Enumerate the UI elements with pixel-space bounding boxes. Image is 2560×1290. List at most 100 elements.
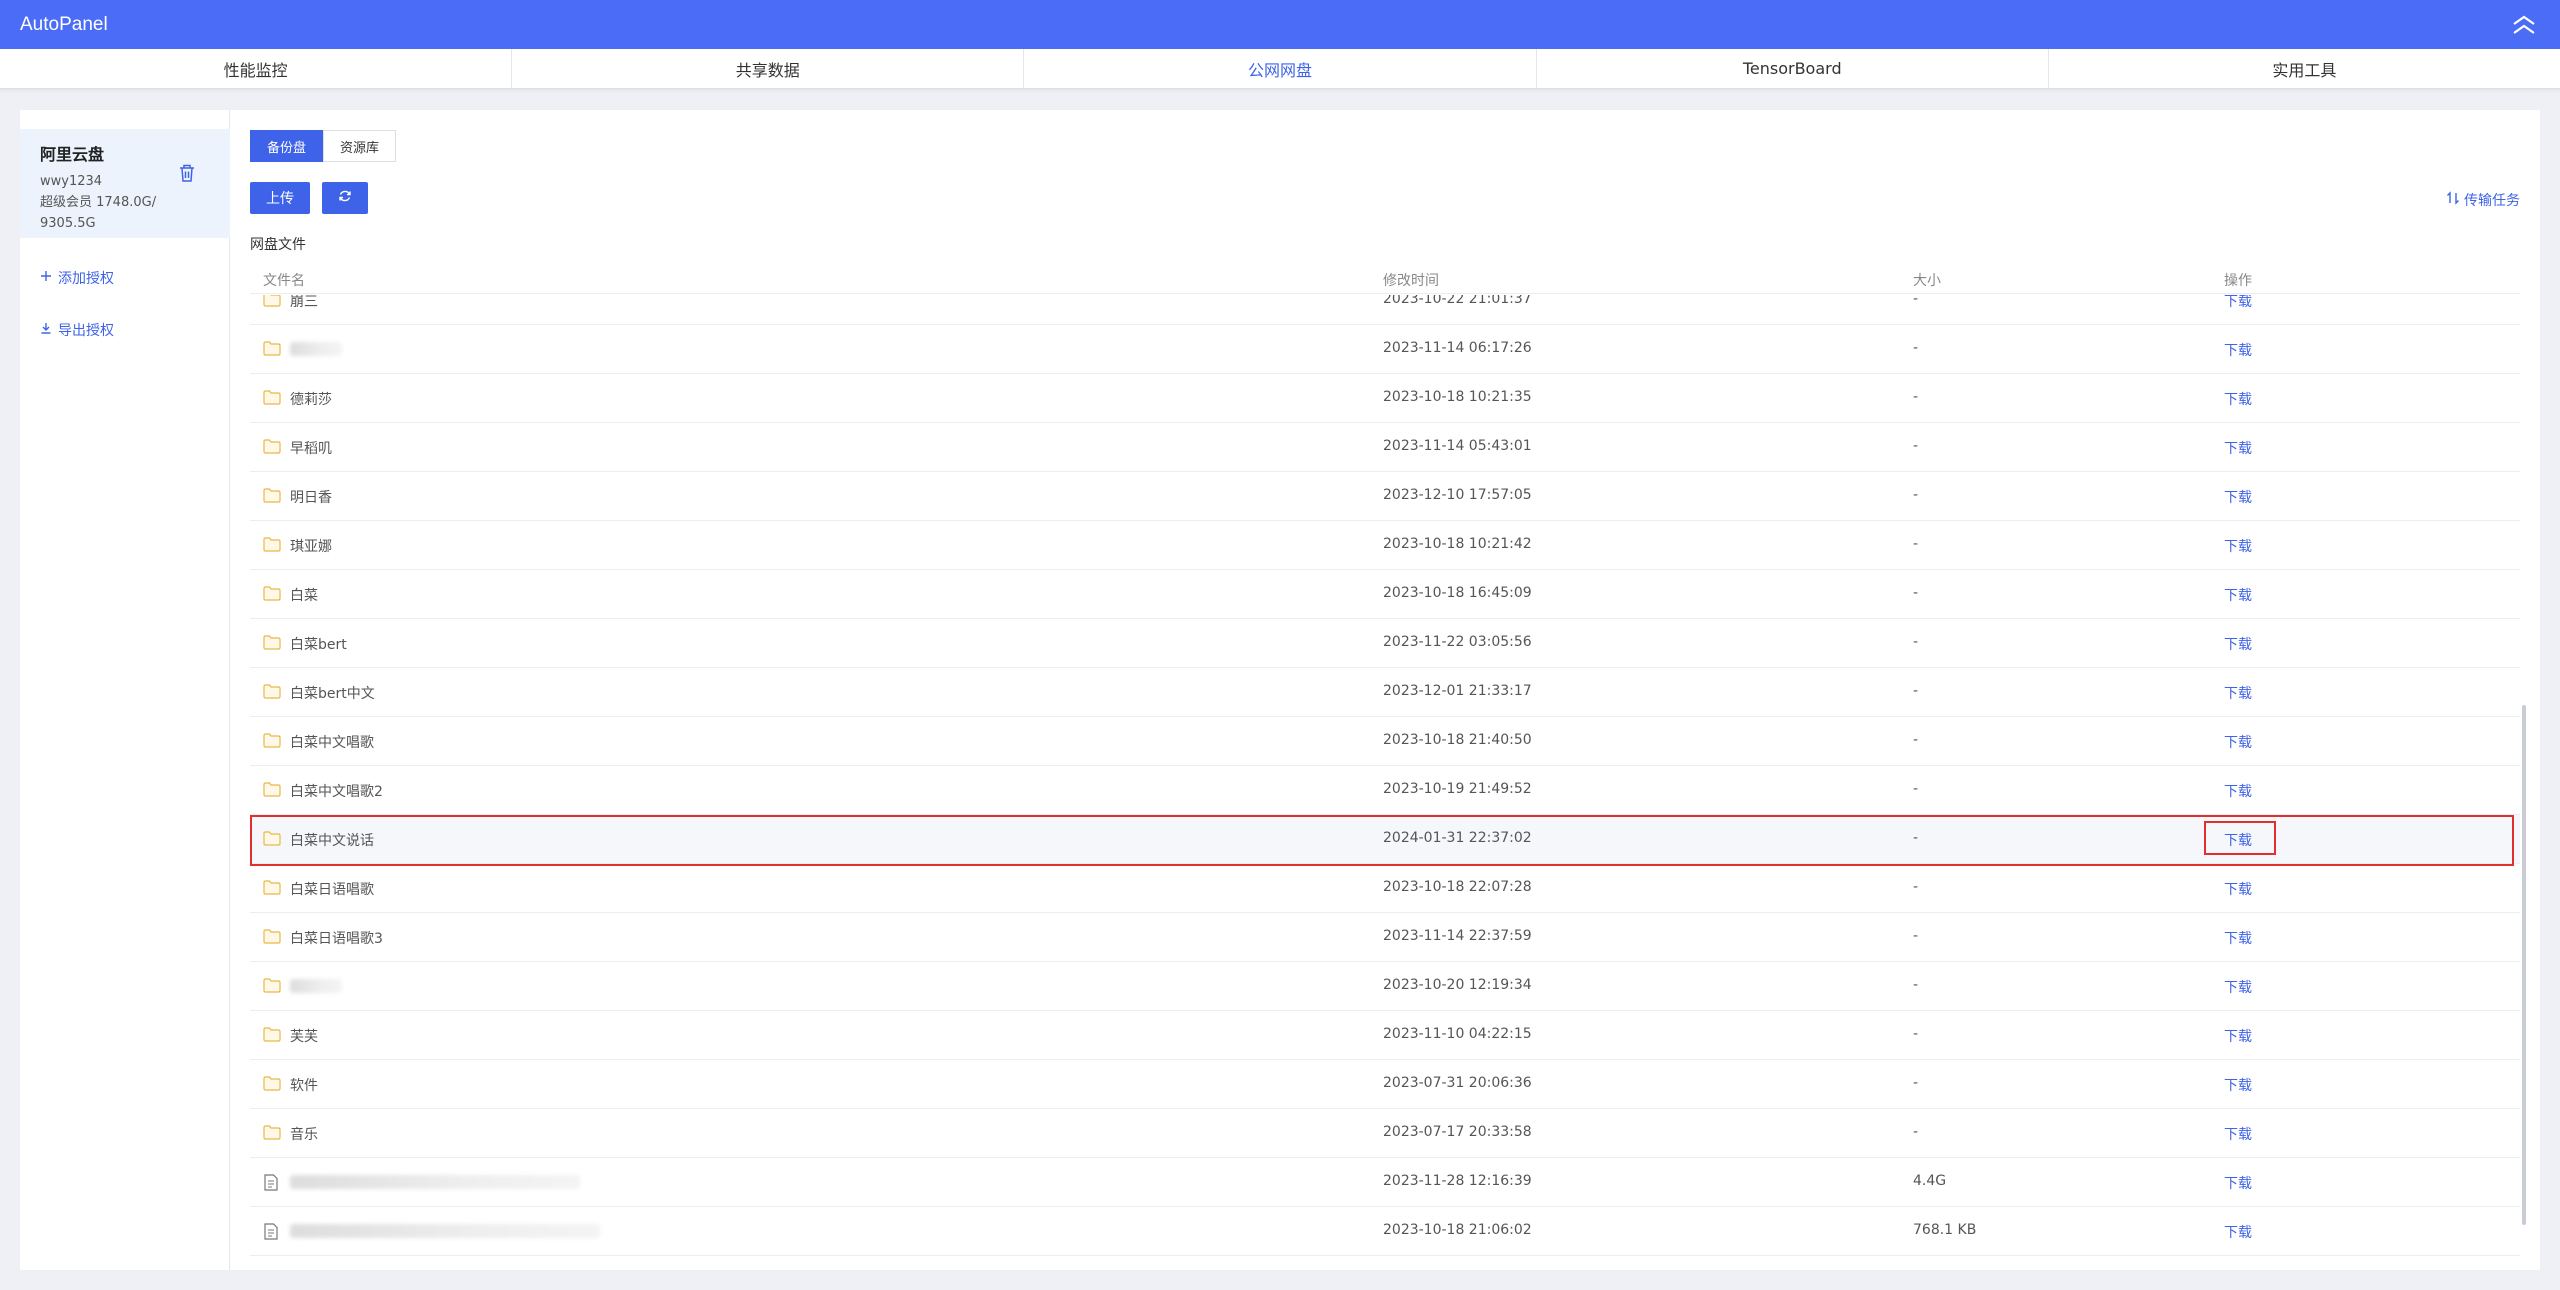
add-auth-link[interactable]: 添加授权 (40, 268, 114, 288)
file-name[interactable]: 音乐 (290, 1124, 318, 1144)
account-quota: 超级会员 1748.0G/ (40, 195, 157, 210)
download-link[interactable]: 下载 (2224, 683, 2252, 703)
download-link[interactable]: 下载 (2224, 830, 2252, 850)
table-row[interactable]: 白菜bert 2023-11-22 03:05:56 - 下载 (250, 619, 2520, 668)
table-row[interactable]: 白菜中文唱歌2 2023-10-19 21:49:52 - 下载 (250, 766, 2520, 815)
modified-time: 2023-12-01 21:33:17 (1383, 683, 1532, 699)
account-card[interactable]: 阿里云盘 wwy1234 超级会员 1748.0G/ 9305.5G (20, 129, 230, 238)
file-name[interactable]: 白菜中文唱歌 (290, 732, 374, 752)
file-size: - (1913, 830, 1919, 846)
folder-icon (263, 390, 281, 409)
export-auth-link[interactable]: 导出授权 (40, 320, 114, 340)
tab-tools[interactable]: 实用工具 (2049, 49, 2560, 88)
tab-tensorboard[interactable]: TensorBoard (1537, 49, 2049, 88)
download-link[interactable]: 下载 (2224, 732, 2252, 752)
download-link[interactable]: 下载 (2224, 634, 2252, 654)
download-link[interactable]: 下载 (2224, 487, 2252, 507)
file-size: - (1913, 634, 1919, 650)
file-size: - (1913, 340, 1919, 356)
modified-time: 2023-10-19 21:49:52 (1383, 781, 1532, 797)
folder-icon (263, 929, 281, 948)
table-row[interactable]: 崩三 2023-10-22 21:01:37 - 下载 (250, 295, 2520, 325)
download-link[interactable]: 下载 (2224, 1124, 2252, 1144)
collapse-icon[interactable] (2508, 9, 2540, 41)
table-row[interactable]: 白菜日语唱歌3 2023-11-14 22:37:59 - 下载 (250, 913, 2520, 962)
download-link[interactable]: 下载 (2224, 1173, 2252, 1193)
table-row[interactable]: 白菜中文说话 2024-01-31 22:37:02 - 下载 (250, 815, 2520, 866)
transfer-label: 传输任务 (2464, 193, 2520, 209)
file-name[interactable]: 白菜bert (290, 634, 347, 654)
download-link[interactable]: 下载 (2224, 1222, 2252, 1242)
download-link[interactable]: 下载 (2224, 781, 2252, 801)
table-row[interactable]: 白菜bert中文 2023-12-01 21:33:17 - 下载 (250, 668, 2520, 717)
modified-time: 2023-11-22 03:05:56 (1383, 634, 1532, 650)
download-link[interactable]: 下载 (2224, 977, 2252, 997)
download-link[interactable]: 下载 (2224, 1026, 2252, 1046)
modified-time: 2023-10-18 10:21:42 (1383, 536, 1532, 552)
refresh-icon (338, 189, 352, 207)
tab-resource-disk[interactable]: 资源库 (323, 130, 397, 162)
table-row[interactable]: 软件 2023-07-31 20:06:36 - 下载 (250, 1060, 2520, 1109)
table-row[interactable]: 白菜 2023-10-18 16:45:09 - 下载 (250, 570, 2520, 619)
table-row[interactable]: 白菜日语唱歌 2023-10-18 22:07:28 - 下载 (250, 864, 2520, 913)
transfer-icon (2446, 191, 2460, 209)
file-name[interactable]: 软件 (290, 1075, 318, 1095)
table-row[interactable]: 明日香 2023-12-10 17:57:05 - 下载 (250, 472, 2520, 521)
file-name[interactable]: 明日香 (290, 487, 332, 507)
tab-netdisk[interactable]: 公网网盘 (1024, 49, 1537, 88)
plus-icon (40, 270, 52, 286)
redacted-name (290, 1175, 580, 1189)
download-link[interactable]: 下载 (2224, 879, 2252, 899)
table-row[interactable]: 2023-10-18 21:06:02 768.1 KB 下载 (250, 1207, 2520, 1256)
folder-icon (263, 488, 281, 507)
file-name[interactable]: 芙芙 (290, 1026, 318, 1046)
scrollbar[interactable] (2522, 705, 2526, 1225)
download-link[interactable]: 下载 (2224, 389, 2252, 409)
modified-time: 2023-12-10 17:57:05 (1383, 487, 1532, 503)
file-area: 备份盘 资源库 上传 传输任务 网盘文件 文件名 修改时间 大小 操作 崩三 20… (230, 110, 2540, 1270)
download-link[interactable]: 下载 (2224, 295, 2252, 311)
file-name[interactable]: 崩三 (290, 295, 318, 311)
table-row[interactable]: 音乐 2023-07-17 20:33:58 - 下载 (250, 1109, 2520, 1158)
file-name[interactable]: 德莉莎 (290, 389, 332, 409)
table-row[interactable]: 白菜中文唱歌 2023-10-18 21:40:50 - 下载 (250, 717, 2520, 766)
file-name[interactable]: 早稻叽 (290, 438, 332, 458)
file-size: - (1913, 438, 1919, 454)
folder-icon (263, 978, 281, 997)
table-row[interactable]: 琪亚娜 2023-10-18 10:21:42 - 下载 (250, 521, 2520, 570)
download-link[interactable]: 下载 (2224, 1075, 2252, 1095)
table-row[interactable]: 芙芙 2023-11-10 04:22:15 - 下载 (250, 1011, 2520, 1060)
export-auth-label: 导出授权 (58, 323, 114, 339)
transfer-tasks-link[interactable]: 传输任务 (2446, 190, 2520, 210)
download-link[interactable]: 下载 (2224, 438, 2252, 458)
tab-backup-disk[interactable]: 备份盘 (250, 130, 324, 162)
modified-time: 2023-10-18 22:07:28 (1383, 879, 1532, 895)
file-name[interactable]: 白菜 (290, 585, 318, 605)
table-row[interactable]: 2023-11-14 06:17:26 - 下载 (250, 325, 2520, 374)
file-name[interactable]: 白菜中文说话 (290, 830, 374, 850)
file-size: - (1913, 781, 1919, 797)
table-row[interactable]: 2023-10-20 12:19:34 - 下载 (250, 962, 2520, 1011)
table-row[interactable]: 2023-11-28 12:16:39 4.4G 下载 (250, 1158, 2520, 1207)
file-name[interactable]: 白菜bert中文 (290, 683, 375, 703)
table-row[interactable]: 早稻叽 2023-11-14 05:43:01 - 下载 (250, 423, 2520, 472)
file-name[interactable]: 琪亚娜 (290, 536, 332, 556)
download-link[interactable]: 下载 (2224, 536, 2252, 556)
disk-switch: 备份盘 资源库 (250, 130, 397, 162)
file-name[interactable]: 白菜日语唱歌3 (290, 928, 383, 948)
download-link[interactable]: 下载 (2224, 585, 2252, 605)
file-name[interactable]: 白菜中文唱歌2 (290, 781, 383, 801)
refresh-button[interactable] (322, 182, 368, 214)
download-link[interactable]: 下载 (2224, 928, 2252, 948)
app-title: AutoPanel (20, 13, 108, 35)
download-link[interactable]: 下载 (2224, 340, 2252, 360)
file-name[interactable]: 白菜日语唱歌 (290, 879, 374, 899)
table-row[interactable]: 德莉莎 2023-10-18 10:21:35 - 下载 (250, 374, 2520, 423)
tab-performance[interactable]: 性能监控 (0, 49, 513, 88)
modified-time: 2023-11-14 05:43:01 (1383, 438, 1532, 454)
upload-button[interactable]: 上传 (250, 182, 310, 214)
file-size: - (1913, 1075, 1919, 1091)
trash-icon[interactable] (178, 163, 198, 185)
tab-shared-data[interactable]: 共享数据 (512, 49, 1025, 88)
account-sidebar: 阿里云盘 wwy1234 超级会员 1748.0G/ 9305.5G 添加授权 … (20, 110, 230, 1270)
